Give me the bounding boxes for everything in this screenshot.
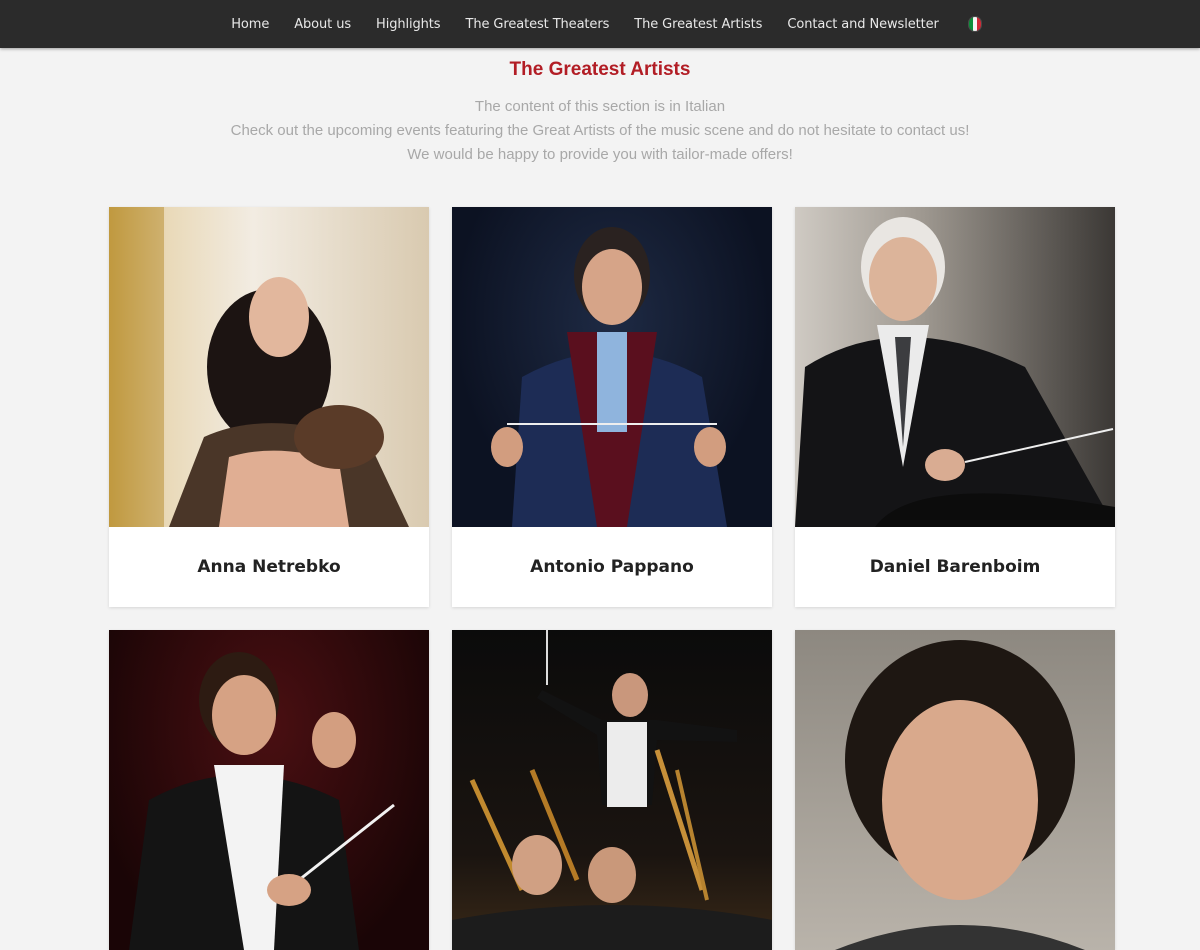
artist-card-antonio-pappano[interactable]: Antonio Pappano	[452, 207, 772, 607]
artist-card-daniel-barenboim[interactable]: Daniel Barenboim	[795, 207, 1115, 607]
intro-text: The content of this section is in Italia…	[0, 95, 1200, 167]
page-title: The Greatest Artists	[509, 59, 691, 80]
nav-greatest-theaters[interactable]: The Greatest Theaters	[465, 17, 609, 32]
top-nav: Home About us Highlights The Greatest Th…	[0, 0, 1200, 48]
nav-contact-newsletter[interactable]: Contact and Newsletter	[787, 17, 938, 32]
artist-name: Anna Netrebko	[197, 557, 341, 577]
artist-name: Antonio Pappano	[530, 557, 694, 577]
intro-line: The content of this section is in Italia…	[474, 98, 726, 115]
nav-greatest-artists[interactable]: The Greatest Artists	[634, 17, 762, 32]
artist-photo[interactable]	[795, 630, 1115, 950]
artist-card[interactable]	[109, 630, 429, 950]
artist-photo[interactable]	[795, 207, 1115, 527]
artist-photo[interactable]	[452, 207, 772, 527]
intro-line: We would be happy to provide you with ta…	[407, 146, 793, 163]
artist-name: Daniel Barenboim	[869, 557, 1041, 577]
nav-home[interactable]: Home	[231, 17, 269, 32]
artist-grid: Anna Netrebko Antonio Pappano Daniel Bar…	[109, 207, 1115, 950]
intro-line: Check out the upcoming events featuring …	[230, 122, 970, 139]
artist-card-anna-netrebko[interactable]: Anna Netrebko	[109, 207, 429, 607]
nav-highlights[interactable]: Highlights	[376, 17, 441, 32]
artist-card[interactable]	[795, 630, 1115, 950]
italian-flag-icon[interactable]	[969, 17, 982, 31]
artist-photo[interactable]	[109, 207, 429, 527]
artist-photo[interactable]	[452, 630, 772, 950]
artist-photo[interactable]	[109, 630, 429, 950]
artist-card[interactable]	[452, 630, 772, 950]
nav-about-us[interactable]: About us	[294, 17, 351, 32]
